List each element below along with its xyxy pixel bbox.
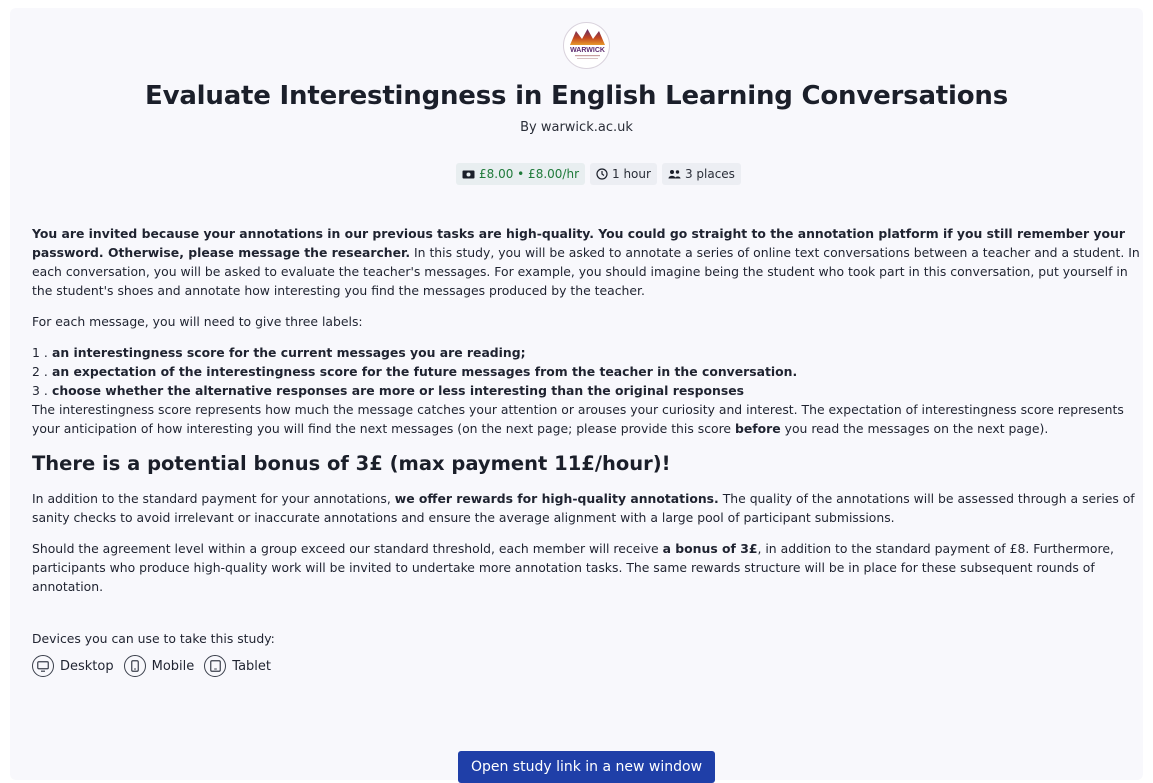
duration-text: 1 hour xyxy=(612,167,651,181)
desktop-icon xyxy=(32,655,54,677)
reward-text: £8.00 • £8.00/hr xyxy=(479,167,579,181)
labels-list: 1 . an interestingness score for the curr… xyxy=(32,343,1140,400)
places-text: 3 places xyxy=(684,167,735,181)
warwick-logo: WARWICK xyxy=(563,22,610,69)
device-list: Desktop Mobile Tablet xyxy=(32,655,1140,677)
duration-chip: 1 hour xyxy=(590,163,657,185)
device-mobile: Mobile xyxy=(123,655,194,677)
mobile-icon xyxy=(123,655,146,677)
device-tablet: Tablet xyxy=(204,655,271,677)
money-icon xyxy=(462,170,475,178)
users-icon xyxy=(668,170,681,179)
tablet-icon xyxy=(204,655,227,677)
bonus-heading: There is a potential bonus of 3£ (max pa… xyxy=(32,452,671,475)
bonus-paragraph-1: In addition to the standard payment for … xyxy=(32,491,1135,525)
devices-label: Devices you can use to take this study: xyxy=(32,631,275,646)
clock-icon xyxy=(596,168,608,180)
svg-text:WARWICK: WARWICK xyxy=(570,47,605,54)
study-page: WARWICK Evaluate Interestingness in Engl… xyxy=(10,8,1143,783)
device-desktop: Desktop xyxy=(32,655,114,677)
study-researcher: By warwick.ac.uk xyxy=(520,120,633,135)
intro-paragraph: You are invited because your annotations… xyxy=(32,224,1140,300)
score-explanation: The interestingness score represents how… xyxy=(32,402,1124,436)
labels-intro: For each message, you will need to give … xyxy=(32,314,363,329)
study-title: Evaluate Interestingness in English Lear… xyxy=(145,81,1008,111)
list-item: 2 . an expectation of the interestingness… xyxy=(32,364,798,379)
study-meta-chips: £8.00 • £8.00/hr 1 hour 3 places xyxy=(456,163,741,185)
open-study-link-button[interactable]: Open study link in a new window xyxy=(458,751,715,783)
list-item: 3 . choose whether the alternative respon… xyxy=(32,383,744,398)
places-chip: 3 places xyxy=(661,163,741,185)
bonus-paragraph-2: Should the agreement level within a grou… xyxy=(32,541,1114,594)
study-description: You are invited because your annotations… xyxy=(32,224,1140,677)
list-item: 1 . an interestingness score for the curr… xyxy=(32,345,526,360)
reward-chip: £8.00 • £8.00/hr xyxy=(456,163,585,185)
